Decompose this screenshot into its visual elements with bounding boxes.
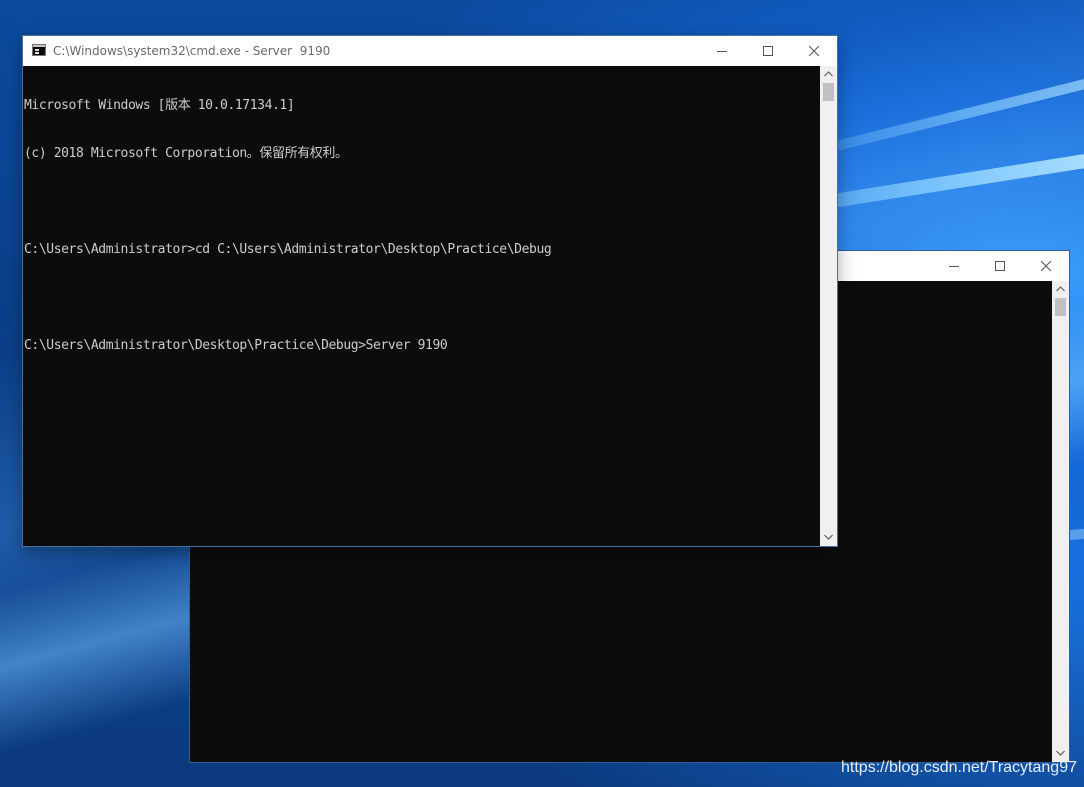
back-maximize-button[interactable] [977, 251, 1023, 281]
chevron-down-icon [1056, 750, 1065, 756]
minimize-icon [949, 266, 959, 267]
minimize-icon [717, 51, 727, 52]
front-minimize-button[interactable] [699, 36, 745, 66]
maximize-icon [763, 46, 773, 56]
back-minimize-button[interactable] [931, 251, 977, 281]
back-scroll-thumb[interactable] [1055, 298, 1066, 316]
back-close-button[interactable] [1023, 251, 1069, 281]
console-line: (c) 2018 Microsoft Corporation。保留所有权利。 [24, 146, 348, 161]
front-vertical-scrollbar[interactable] [820, 66, 837, 546]
maximize-icon [995, 261, 1005, 271]
console-line: C:\Users\Administrator>cd C:\Users\Admin… [24, 242, 552, 257]
console-app-icon[interactable] [32, 44, 46, 56]
back-vertical-scrollbar[interactable] [1052, 281, 1069, 762]
close-icon [1041, 261, 1052, 272]
front-maximize-button[interactable] [745, 36, 791, 66]
close-icon [809, 46, 820, 57]
chevron-up-icon [1056, 286, 1065, 292]
front-scroll-thumb[interactable] [823, 83, 834, 101]
front-window-titlebar[interactable]: C:\Windows\system32\cmd.exe - Server 919… [23, 36, 837, 66]
chevron-down-icon [824, 534, 833, 540]
console-line: Microsoft Windows [版本 10.0.17134.1] [24, 98, 295, 113]
front-window-title: C:\Windows\system32\cmd.exe - Server 919… [53, 44, 331, 58]
front-console-window[interactable]: C:\Windows\system32\cmd.exe - Server 919… [23, 36, 837, 546]
front-scroll-down-button[interactable] [820, 529, 837, 546]
watermark-text: https://blog.csdn.net/Tracytang97 [841, 759, 1077, 776]
console-line: C:\Users\Administrator\Desktop\Practice\… [24, 338, 448, 353]
front-console-output[interactable]: Microsoft Windows [版本 10.0.17134.1] (c) … [23, 66, 820, 546]
front-close-button[interactable] [791, 36, 837, 66]
chevron-up-icon [824, 71, 833, 77]
back-scroll-up-button[interactable] [1052, 281, 1069, 298]
front-scroll-up-button[interactable] [820, 66, 837, 83]
